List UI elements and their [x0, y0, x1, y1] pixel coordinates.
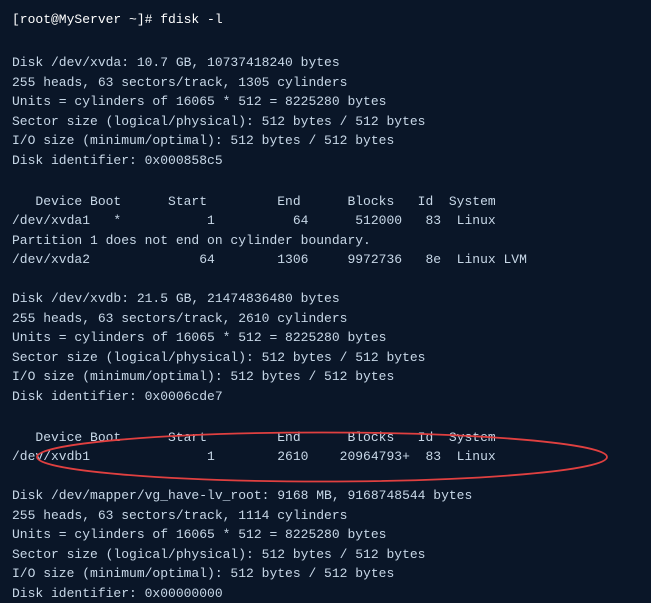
disk3-line1: 255 heads, 63 sectors/track, 1114 cylind… — [12, 506, 639, 526]
blank3 — [12, 270, 639, 290]
prompt-line: [root@MyServer ~]# fdisk -l — [12, 10, 639, 30]
disk3-line4: I/O size (minimum/optimal): 512 bytes / … — [12, 564, 639, 584]
table1-row1: /dev/xvda1 * 1 64 512000 83 Linux — [12, 211, 639, 231]
table2-header: Device Boot Start End Blocks Id System — [12, 428, 639, 448]
blank2 — [12, 170, 639, 190]
disk2-line5: Disk identifier: 0x0006cde7 — [12, 387, 639, 407]
blank4 — [12, 406, 639, 426]
disk3-line3: Sector size (logical/physical): 512 byte… — [12, 545, 639, 565]
blank1 — [12, 34, 639, 54]
table2-row1: /dev/xvdb1 1 2610 20964793+ 83 Linux — [12, 447, 639, 467]
terminal: [root@MyServer ~]# fdisk -l Disk /dev/xv… — [12, 10, 639, 569]
disk2-line2: Units = cylinders of 16065 * 512 = 82252… — [12, 328, 639, 348]
blank5 — [12, 467, 639, 487]
disk2-line1: 255 heads, 63 sectors/track, 2610 cylind… — [12, 309, 639, 329]
disk2-header: Disk /dev/xvdb: 21.5 GB, 21474836480 byt… — [12, 289, 639, 309]
disk3-header: Disk /dev/mapper/vg_have-lv_root: 9168 M… — [12, 486, 639, 506]
table1-row2: /dev/xvda2 64 1306 9972736 8e Linux LVM — [12, 250, 639, 270]
disk3-line2: Units = cylinders of 16065 * 512 = 82252… — [12, 525, 639, 545]
table1-header: Device Boot Start End Blocks Id System — [12, 192, 639, 212]
disk1-line5: Disk identifier: 0x000858c5 — [12, 151, 639, 171]
disk2-line3: Sector size (logical/physical): 512 byte… — [12, 348, 639, 368]
disk1-line1: 255 heads, 63 sectors/track, 1305 cylind… — [12, 73, 639, 93]
disk1-header: Disk /dev/xvda: 10.7 GB, 10737418240 byt… — [12, 53, 639, 73]
disk1-line2: Units = cylinders of 16065 * 512 = 82252… — [12, 92, 639, 112]
disk1-line4: I/O size (minimum/optimal): 512 bytes / … — [12, 131, 639, 151]
disk1-line3: Sector size (logical/physical): 512 byte… — [12, 112, 639, 132]
disk3-line5: Disk identifier: 0x00000000 — [12, 584, 639, 603]
table1-note: Partition 1 does not end on cylinder bou… — [12, 231, 639, 251]
disk2-line4: I/O size (minimum/optimal): 512 bytes / … — [12, 367, 639, 387]
